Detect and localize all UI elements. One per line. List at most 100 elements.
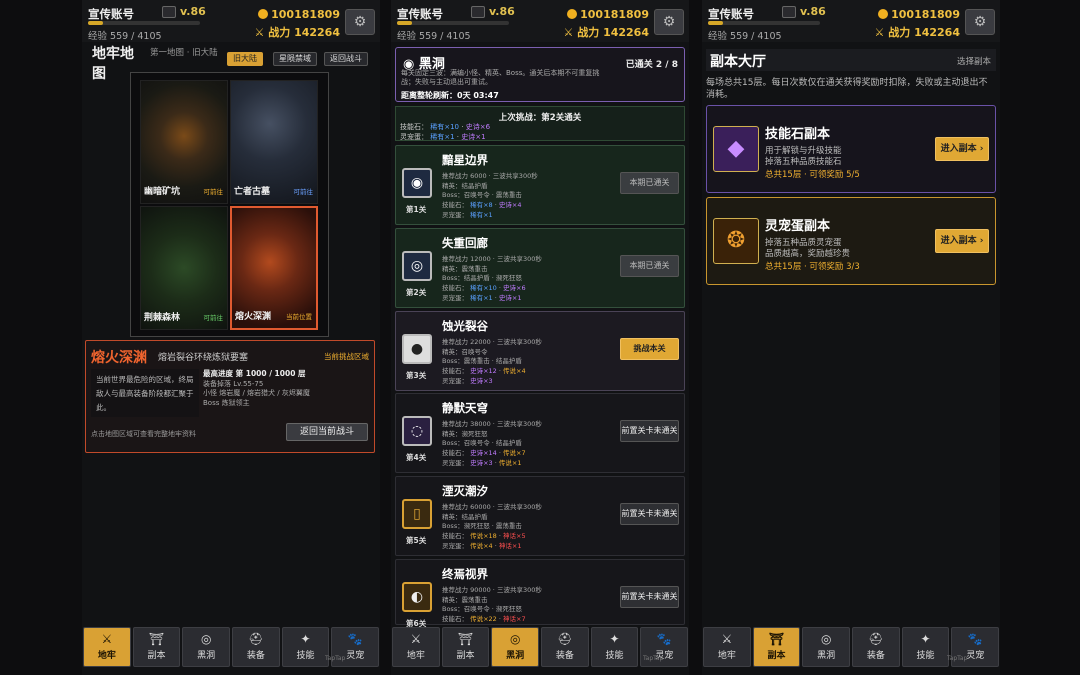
- area-subtitle: 熔岩裂谷环绕炼狱要塞: [158, 353, 249, 363]
- skillstone-icon: ◆: [713, 126, 759, 172]
- challenge-stage-3-button[interactable]: 挑战本关: [620, 338, 679, 360]
- dungeon-map: 幽暗矿坑 可前往 亡者古墓 可前往 荆棘森林 可前往 熔火深渊 当前位置: [130, 72, 329, 337]
- tab-starfall-zone[interactable]: 星陨禁域: [273, 52, 317, 66]
- nav-blackhole[interactable]: ◎ 黑洞: [182, 627, 231, 667]
- top-bar: 宣传账号 v.86 经验 559 / 4105 100181809 ⚔ 战力 1…: [702, 0, 1000, 42]
- settings-gear-icon[interactable]: ⚙: [345, 9, 375, 35]
- stage-4-icon: ◌: [402, 416, 432, 446]
- sword-icon: ⚔: [721, 632, 733, 646]
- stage-card-5: ▯ 第5关 湮灭潮汐 推荐战力 60000 · 三波共享300秒 精英：结晶护盾…: [395, 476, 685, 556]
- version-icon: [471, 6, 485, 18]
- instance-reward: 总共15层 · 可领奖励 5/5: [765, 170, 860, 180]
- stage-power: 推荐战力 90000 · 三波共享300秒: [442, 586, 542, 594]
- tab-old-continent[interactable]: 旧大陆: [227, 52, 263, 66]
- map-tile-thorn-forest[interactable]: 荆棘森林 可前往: [140, 206, 228, 330]
- stage-name: 静默天穹: [442, 401, 488, 415]
- blackhole-header: ◉ 黑洞 已通关 2 / 8 每关固定三波：满编小怪、精英、Boss。通关后本期…: [395, 47, 685, 102]
- nav-instance[interactable]: ⛩ 副本: [132, 627, 181, 667]
- return-current-battle-button[interactable]: 返回当前战斗: [286, 423, 368, 441]
- stage-card-2: ◎ 第2关 失重回廊 推荐战力 12000 · 三波共享300秒 精英：震荡重击…: [395, 228, 685, 308]
- stage-4-locked-button[interactable]: 前置关卡未通关: [620, 420, 679, 442]
- gold-amount: 100181809: [878, 8, 960, 21]
- reset-timer: 距离整轮刷新：0天 03:47: [401, 91, 499, 100]
- stage-power: 推荐战力 12000 · 三波共享300秒: [442, 255, 542, 263]
- nav-dungeon[interactable]: ⚔ 地牢: [83, 627, 131, 667]
- stage-number: 第2关: [406, 288, 427, 297]
- stage-power: 推荐战力 38000 · 三波共享300秒: [442, 420, 542, 428]
- sword-icon: ⚔: [410, 632, 422, 646]
- stage-pet-reward: 灵宠蛋： 史诗×3: [442, 377, 493, 385]
- instance-screen: 宣传账号 v.86 经验 559 / 4105 100181809 ⚔ 战力 1…: [702, 0, 1000, 675]
- stage-number: 第1关: [406, 205, 427, 214]
- nav-dungeon[interactable]: ⚔ 地牢: [703, 627, 751, 667]
- stage-skill-reward: 技能石： 稀有×8 · 史诗×4: [442, 201, 522, 209]
- nav-equipment[interactable]: ⛑ 装备: [852, 627, 900, 667]
- account-name: 宣传账号: [397, 7, 443, 21]
- return-battle-button[interactable]: 返回战斗: [324, 52, 368, 66]
- instance-name: 灵宠蛋副本: [765, 219, 831, 234]
- petegg-instance-card: ❂ 灵宠蛋副本 掉落五种品质灵宠蛋 品质越高，奖励越珍贵 总共15层 · 可领奖…: [706, 197, 996, 285]
- version-label: v.86: [800, 5, 826, 18]
- last-pet-reward: 灵宠蛋： 稀有×1 · 史诗×1: [400, 133, 486, 141]
- stage-1-cleared-button[interactable]: 本期已通关: [620, 172, 679, 194]
- nav-equipment[interactable]: ⛑ 装备: [541, 627, 589, 667]
- stage-name: 湮灭潮汐: [442, 484, 488, 498]
- settings-gear-icon[interactable]: ⚙: [654, 9, 684, 35]
- instance-line: 掉落五种品质技能石: [765, 157, 842, 167]
- gold-amount: 100181809: [567, 8, 649, 21]
- account-name: 宣传账号: [88, 7, 134, 21]
- stage-number: 第5关: [406, 536, 427, 545]
- sword-icon: ⚔: [101, 632, 113, 646]
- blackhole-rules: 每关固定三波：满编小怪、精英、Boss。通关后本期不可重复挑战；失败与主动退出可…: [401, 69, 600, 86]
- enter-petegg-instance-button[interactable]: 进入副本 ›: [935, 229, 989, 253]
- stage-card-6: ◐ 第6关 终焉视界 推荐战力 90000 · 三波共享300秒 精英：震荡重击…: [395, 559, 685, 628]
- stage-boss: Boss：濒死狂怒 · 震荡重击: [442, 522, 522, 530]
- map-tile-dark-mine[interactable]: 幽暗矿坑 可前往: [140, 80, 228, 204]
- power-value: ⚔ 战力 142264: [874, 26, 960, 39]
- nav-skills[interactable]: ✦ 技能: [281, 627, 330, 667]
- xp-text: 经验 559 / 4105: [397, 31, 471, 42]
- stage-5-locked-button[interactable]: 前置关卡未通关: [620, 503, 679, 525]
- version-label: v.86: [489, 5, 515, 18]
- nav-instance[interactable]: ⛩ 副本: [441, 627, 490, 667]
- stage-1-icon: ◉: [402, 168, 432, 198]
- watermark: TapTap: [643, 655, 664, 662]
- stage-pet-reward: 灵宠蛋： 稀有×1: [442, 211, 493, 219]
- nav-blackhole[interactable]: ◎ 黑洞: [491, 627, 540, 667]
- helmet-icon: ⛑: [868, 632, 884, 646]
- stage-card-3: ● 第3关 蚀光裂谷 推荐战力 22000 · 三波共享300秒 精英：召唤号令…: [395, 311, 685, 391]
- nav-equipment[interactable]: ⛑ 装备: [232, 627, 280, 667]
- xp-text: 经验 559 / 4105: [708, 31, 782, 42]
- nav-skills[interactable]: ✦ 技能: [590, 627, 639, 667]
- stage-boss: Boss：震荡重击 · 结晶护盾: [442, 357, 522, 365]
- stage-name: 失重回廊: [442, 236, 488, 250]
- vortex-icon: ◎: [509, 632, 521, 646]
- enter-skillstone-instance-button[interactable]: 进入副本 ›: [935, 137, 989, 161]
- stage-pet-reward: 灵宠蛋： 稀有×1 · 史诗×1: [442, 294, 522, 302]
- stage-2-cleared-button[interactable]: 本期已通关: [620, 255, 679, 277]
- nav-blackhole[interactable]: ◎ 黑洞: [802, 627, 851, 667]
- star-icon: ✦: [920, 632, 931, 646]
- gate-icon: ⛩: [148, 632, 165, 646]
- xp-bar: [397, 21, 509, 25]
- settings-gear-icon[interactable]: ⚙: [965, 9, 995, 35]
- power-value: ⚔ 战力 142264: [254, 26, 340, 39]
- instance-header: 副本大厅 选择副本: [706, 49, 996, 71]
- map-tile-tomb[interactable]: 亡者古墓 可前往: [230, 80, 318, 204]
- version-label: v.86: [180, 5, 206, 18]
- nav-dungeon[interactable]: ⚔ 地牢: [392, 627, 440, 667]
- area-tag: 当前挑战区域: [324, 352, 369, 361]
- nav-skills[interactable]: ✦ 技能: [901, 627, 950, 667]
- breadcrumb: 第一地图 · 旧大陆: [150, 48, 218, 58]
- stage-skill-reward: 技能石： 传说×18 · 神话×5: [442, 532, 526, 540]
- gate-icon: ⛩: [457, 632, 474, 646]
- stage-6-locked-button[interactable]: 前置关卡未通关: [620, 586, 679, 608]
- last-skill-reward: 技能石： 稀有×10 · 史诗×6: [400, 123, 491, 131]
- dungeon-screen: 宣传账号 v.86 经验 559 / 4105 100181809 ⚔ 战力 1…: [82, 0, 380, 675]
- stage-number: 第3关: [406, 371, 427, 380]
- nav-instance[interactable]: ⛩ 副本: [752, 627, 801, 667]
- map-tile-molten-abyss[interactable]: 熔火深渊 当前位置: [230, 206, 318, 330]
- paw-icon: 🐾: [347, 632, 363, 646]
- instance-description: 每场总共15层。每日次数仅在通关获得奖励时扣除，失败或主动退出不消耗。: [706, 78, 988, 100]
- stage-name: 黯星边界: [442, 153, 488, 167]
